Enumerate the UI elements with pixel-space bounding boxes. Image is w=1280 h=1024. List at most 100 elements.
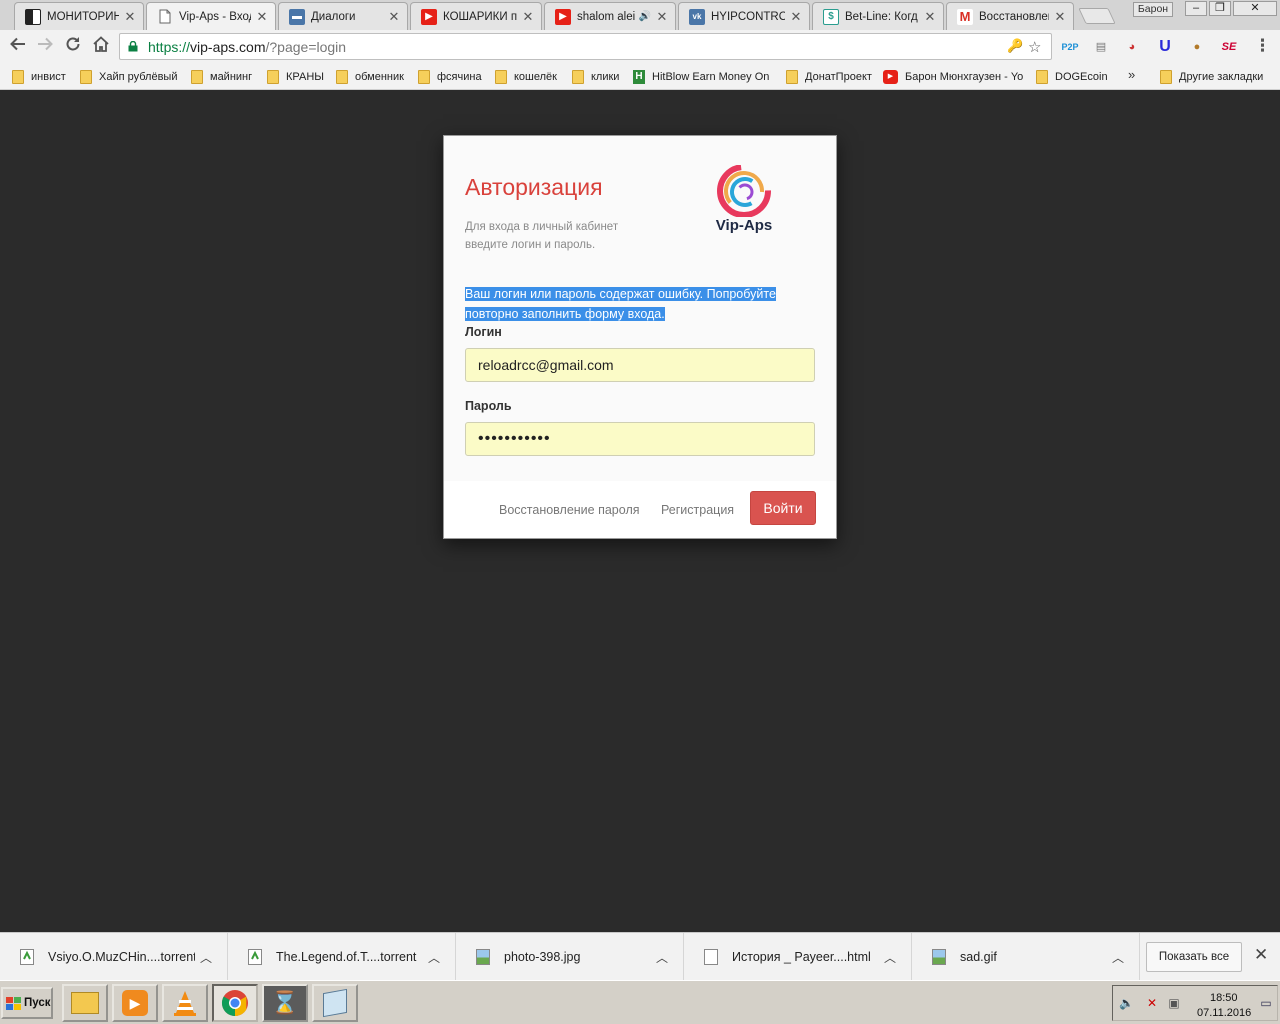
chevron-up-icon[interactable]: ︿ <box>1107 949 1129 966</box>
chat-icon: ▬ <box>289 8 305 25</box>
volume-icon[interactable]: 🔈 <box>1119 996 1134 1010</box>
login-button[interactable]: Войти <box>750 491 816 525</box>
tab-koshariki[interactable]: ▶ КОШАРИКИ пр ✕ <box>410 2 542 30</box>
download-item[interactable]: sad.gif ︿ <box>912 933 1140 981</box>
vote-extension-icon[interactable]: ◕ <box>1122 38 1142 56</box>
bookmarks-overflow-button[interactable]: » <box>1128 67 1135 82</box>
tab-vip-aps[interactable]: Vip-Aps - Вход ✕ <box>146 2 276 30</box>
close-icon[interactable]: ✕ <box>789 9 803 25</box>
image-file-icon <box>932 949 946 965</box>
hourglass-taskbar-button[interactable]: ⌛ <box>262 984 308 1022</box>
close-icon[interactable]: ✕ <box>1053 9 1067 25</box>
start-button[interactable]: Пуск <box>1 987 53 1019</box>
bookmark-folder[interactable]: Хайп рублёвый <box>80 68 184 86</box>
bookmark-link[interactable]: H HitBlow Earn Money On <box>633 68 771 86</box>
bookmark-folder[interactable]: клики <box>572 68 626 86</box>
close-icon[interactable]: ✕ <box>521 9 535 25</box>
card-footer: Восстановление пароля Регистрация Войти <box>444 481 836 538</box>
p2p-extension-icon[interactable]: P2P <box>1060 38 1080 56</box>
address-bar[interactable]: https://vip-aps.com/?page=login 🔑 ☆ <box>119 33 1052 60</box>
tab-shalom[interactable]: ▶ shalom alei 🔊 ✕ <box>544 2 676 30</box>
show-desktop-icon[interactable]: ▭ <box>1259 996 1273 1010</box>
download-item[interactable]: Vsiyo.O.MuzCHin....torrent ︿ <box>0 933 228 981</box>
profile-button[interactable]: Барон <box>1133 2 1173 17</box>
download-item[interactable]: The.Legend.of.T....torrent ︿ <box>228 933 456 981</box>
bookmark-folder[interactable]: майнинг <box>191 68 261 86</box>
ublock-extension-icon[interactable]: U <box>1155 38 1175 56</box>
home-icon <box>93 36 109 52</box>
bookmark-link[interactable]: ▶ Барон Мюнхгаузен - Yo <box>883 68 1023 86</box>
gmail-icon: M <box>957 8 973 25</box>
register-link[interactable]: Регистрация <box>661 503 734 517</box>
bookmark-label: клики <box>591 71 620 83</box>
minimize-button[interactable]: – <box>1185 1 1207 16</box>
explorer-taskbar-button[interactable] <box>62 984 108 1022</box>
close-icon[interactable]: ✕ <box>655 9 669 25</box>
reload-icon <box>66 37 80 51</box>
tab-monitoring[interactable]: МОНИТОРИНГ ✕ <box>14 2 144 30</box>
show-all-downloads-button[interactable]: Показать все <box>1146 942 1242 972</box>
media-player-taskbar-button[interactable]: ▶ <box>112 984 158 1022</box>
vip-aps-logo: Vip-Aps <box>708 164 780 237</box>
se-extension-icon[interactable]: SE <box>1219 38 1239 56</box>
folder-icon <box>1036 70 1048 84</box>
reload-button[interactable] <box>61 35 85 59</box>
login-input[interactable]: reloadrcc@gmail.com <box>465 348 815 382</box>
restore-button[interactable]: ❐ <box>1209 1 1231 16</box>
chevron-up-icon[interactable]: ︿ <box>879 949 901 966</box>
subtitle-line: введите логин и пароль. <box>465 239 596 251</box>
password-input[interactable]: ••••••••••• <box>465 422 815 456</box>
folder-icon <box>1160 70 1172 84</box>
other-bookmarks-folder[interactable]: Другие закладки <box>1160 68 1276 86</box>
chrome-taskbar-button[interactable] <box>212 984 258 1022</box>
torrent-file-icon <box>248 949 262 965</box>
network-error-icon[interactable]: ✕ <box>1145 996 1159 1010</box>
clock-time[interactable]: 18:50 <box>1210 992 1238 1004</box>
bookmark-folder[interactable]: КРАНЫ <box>267 68 329 86</box>
chevron-up-icon[interactable]: ︿ <box>423 949 445 966</box>
new-tab-button[interactable] <box>1078 8 1116 24</box>
tab-hyipcontrol[interactable]: vk HYIPCONTROL ✕ <box>678 2 810 30</box>
bookmark-folder[interactable]: обменник <box>336 68 412 86</box>
close-icon[interactable]: ✕ <box>923 9 937 25</box>
bookmark-folder[interactable]: инвист <box>12 68 74 86</box>
cookie-extension-icon[interactable]: ● <box>1187 38 1207 56</box>
chevron-up-icon[interactable]: ︿ <box>651 949 673 966</box>
bookmark-folder[interactable]: DOGEcoin <box>1036 68 1108 86</box>
youtube-icon: ▶ <box>421 8 437 25</box>
bookmark-label: майнинг <box>210 71 253 83</box>
vk-icon: vk <box>689 8 705 25</box>
chevron-up-icon[interactable]: ︿ <box>195 949 217 966</box>
close-icon[interactable]: ✕ <box>1254 945 1268 965</box>
bookmark-folder[interactable]: ДонатПроект <box>786 68 876 86</box>
bookmark-folder[interactable]: фсячина <box>418 68 486 86</box>
home-button[interactable] <box>89 35 113 59</box>
download-item[interactable]: photo-398.jpg ︿ <box>456 933 684 981</box>
monitor-extension-icon[interactable]: ▤ <box>1091 38 1111 56</box>
tab-bet-line[interactable]: $ Bet-Line: Когд ✕ <box>812 2 944 30</box>
back-button[interactable] <box>6 35 30 59</box>
bookmark-folder[interactable]: кошелёк <box>495 68 563 86</box>
bookmark-label: кошелёк <box>514 71 557 83</box>
tray-app-icon[interactable]: ▣ <box>1167 996 1181 1010</box>
notepad-taskbar-button[interactable] <box>312 984 358 1022</box>
forward-button[interactable] <box>33 35 57 59</box>
download-item[interactable]: История _ Payeer....html ︿ <box>684 933 912 981</box>
recover-password-link[interactable]: Восстановление пароля <box>499 503 640 517</box>
tab-gmail[interactable]: M Восстановлен ✕ <box>946 2 1074 30</box>
key-icon[interactable]: 🔑 <box>1007 38 1023 54</box>
clock-date[interactable]: 07.11.2016 <box>1197 1007 1251 1019</box>
close-icon[interactable]: ✕ <box>387 9 401 25</box>
menu-button[interactable]: ⋮ <box>1254 37 1271 56</box>
star-icon[interactable]: ☆ <box>1028 38 1041 56</box>
bookmark-label: обменник <box>355 71 404 83</box>
window-close-button[interactable]: ✕ <box>1233 1 1277 16</box>
vlc-taskbar-button[interactable] <box>162 984 208 1022</box>
vlc-cone-icon <box>174 991 196 1016</box>
tab-dialogs[interactable]: ▬ Диалоги ✕ <box>278 2 408 30</box>
windows-logo-icon <box>6 996 21 1010</box>
taskbar: Пуск ▶ ⌛ 🔈 ✕ ▣ 18:50 07.11.2016 ▭ <box>0 980 1280 1024</box>
close-icon[interactable]: ✕ <box>255 9 269 25</box>
folder-icon <box>786 70 798 84</box>
close-icon[interactable]: ✕ <box>123 9 137 25</box>
